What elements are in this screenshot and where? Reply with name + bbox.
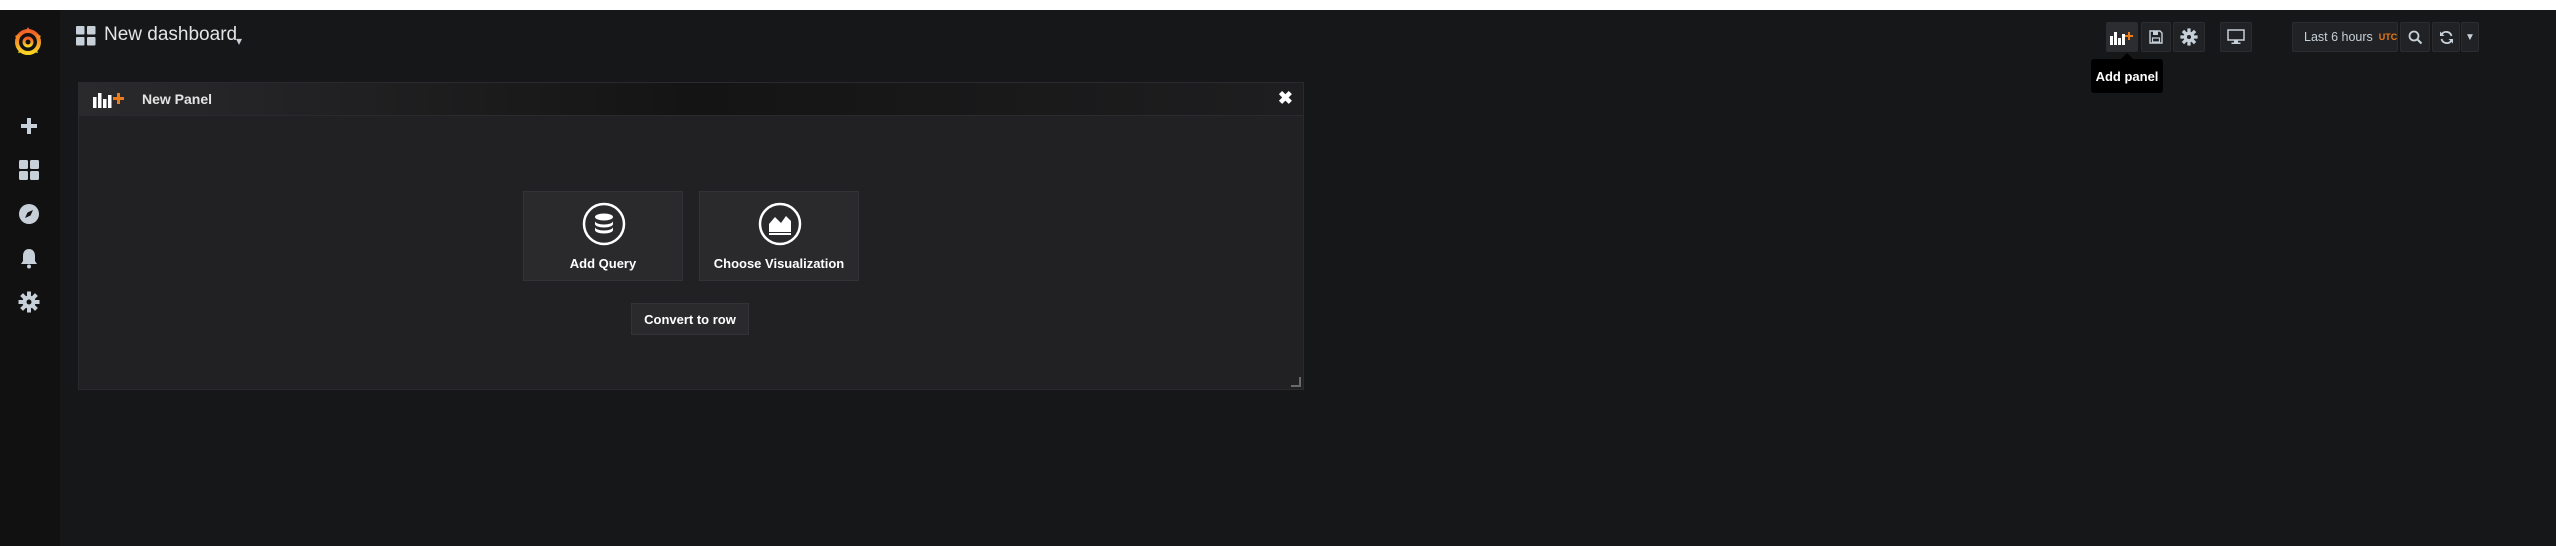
close-icon[interactable]: ✖ — [1278, 88, 1293, 109]
add-panel-tooltip: Add panel — [2091, 53, 2163, 93]
refresh-icon — [2439, 30, 2453, 44]
navbar: New dashboard ▾ Last 6 hours UTC ▼ ▼ — [60, 10, 2556, 62]
cycle-view-mode-button[interactable] — [2220, 22, 2252, 52]
compass-icon[interactable] — [15, 200, 43, 228]
sidemenu — [0, 10, 60, 546]
choose-visualization-button[interactable]: Choose Visualization — [699, 191, 859, 281]
new-panel: New Panel ✖ Add Query Choose Visualizati… — [78, 82, 1304, 390]
dashboard-title[interactable]: New dashboard — [104, 24, 237, 46]
time-range-picker[interactable]: Last 6 hours UTC ▼ — [2292, 22, 2415, 52]
grafana-logo[interactable] — [10, 24, 46, 60]
choose-visualization-label: Choose Visualization — [713, 256, 845, 271]
dashboards-grid-icon — [76, 26, 96, 46]
bell-icon[interactable] — [15, 244, 43, 272]
zoom-out-button[interactable] — [2400, 22, 2430, 52]
dashboards-grid-icon[interactable] — [15, 156, 43, 184]
time-range-label: Last 6 hours — [2304, 30, 2373, 44]
visualization-icon — [758, 202, 802, 246]
magnifier-icon — [2408, 30, 2422, 44]
monitor-icon — [2227, 29, 2245, 44]
chevron-down-icon: ▼ — [2465, 31, 2475, 43]
database-icon — [582, 202, 626, 246]
dashboard-settings-button[interactable] — [2173, 22, 2205, 52]
timezone-badge: UTC — [2378, 32, 2398, 42]
gear-icon[interactable] — [15, 288, 43, 316]
convert-to-row-button[interactable]: Convert to row — [631, 303, 749, 335]
resize-handle[interactable] — [1291, 377, 1301, 387]
chevron-down-icon[interactable]: ▾ — [236, 34, 242, 48]
add-panel-button[interactable] — [2106, 22, 2138, 52]
plus-icon[interactable] — [15, 112, 43, 140]
panel-title: New Panel — [142, 91, 213, 107]
panel-header: New Panel ✖ — [79, 83, 1303, 116]
save-dashboard-button[interactable] — [2141, 22, 2171, 52]
add-query-button[interactable]: Add Query — [523, 191, 683, 281]
add-panel-icon — [2110, 32, 2133, 45]
add-panel-icon — [93, 90, 127, 108]
add-query-label: Add Query — [569, 256, 637, 271]
top-strip — [0, 0, 2556, 10]
refresh-interval-dropdown[interactable]: ▼ — [2461, 22, 2479, 52]
save-icon — [2149, 30, 2163, 44]
refresh-button[interactable] — [2432, 22, 2460, 52]
cog-icon — [2180, 28, 2198, 46]
